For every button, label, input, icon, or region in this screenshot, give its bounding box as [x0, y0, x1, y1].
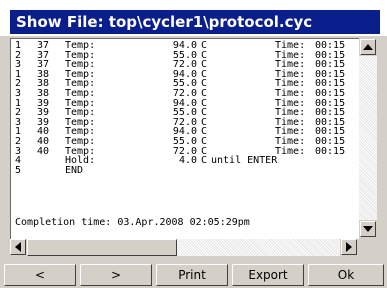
time-label: Time: [275, 145, 306, 157]
previous-button[interactable]: < [4, 264, 76, 286]
scroll-left-arrow-icon [15, 242, 21, 252]
window-title: Show File: top\cycler1\protocol.cyc [16, 13, 313, 31]
scroll-up-button[interactable] [360, 39, 376, 55]
completion-time: Completion time: 03.Apr.2008 02:05:29pm [15, 217, 250, 228]
cycle-number: 40 [37, 145, 50, 157]
export-button[interactable]: Export [232, 264, 304, 286]
next-button[interactable]: > [80, 264, 152, 286]
ok-button[interactable]: Ok [308, 264, 384, 286]
scrollbar-corner [359, 239, 377, 256]
vertical-scroll-track[interactable] [359, 56, 377, 220]
time-value: 00:15 [315, 145, 346, 157]
horizontal-scrollbar[interactable] [10, 239, 358, 256]
print-button[interactable]: Print [156, 264, 228, 286]
temperature-value: 4.0 [178, 155, 197, 167]
scroll-right-button[interactable] [341, 239, 357, 255]
step-suffix: until ENTER [211, 155, 278, 167]
scroll-right-arrow-icon [346, 242, 352, 252]
file-content-area[interactable]: 1 37 Temp: 94.0 C Time: 00:15 2 37 Temp: 55.0 C Time… [10, 38, 359, 239]
line-number: 5 [15, 164, 22, 176]
scroll-down-arrow-icon [363, 226, 373, 232]
scroll-left-button[interactable] [10, 239, 26, 255]
scroll-up-arrow-icon [363, 44, 373, 50]
temperature-unit: C [201, 155, 208, 167]
horizontal-scroll-thumb[interactable] [27, 239, 177, 256]
step-label: END [65, 164, 84, 176]
title-bar: Show File: top\cycler1\protocol.cyc [0, 0, 387, 36]
vertical-scrollbar[interactable] [359, 38, 377, 238]
show-file-window: Show File: top\cycler1\protocol.cyc 1 37 T… [0, 0, 387, 288]
scroll-down-button[interactable] [360, 221, 376, 237]
